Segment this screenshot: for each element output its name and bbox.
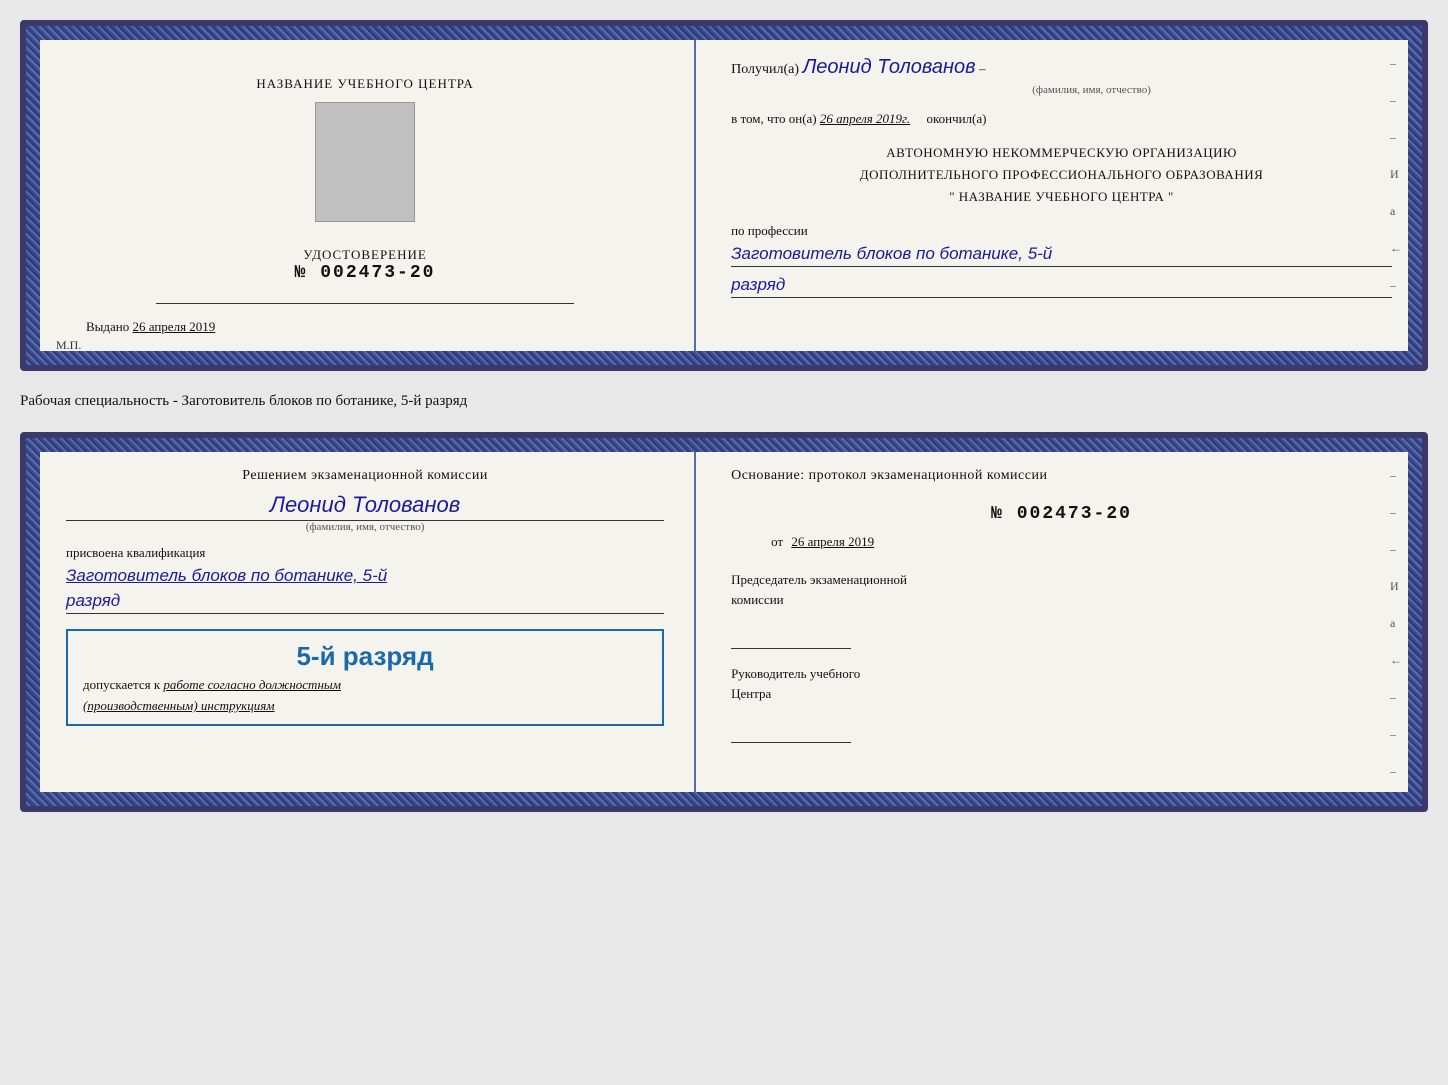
bottom-document: Решением экзаменационной комиссии Леонид…: [20, 432, 1428, 812]
head-signature-line: [731, 723, 851, 743]
cert-label: УДОСТОВЕРЕНИЕ: [295, 247, 436, 263]
side-marks-top: – – – И а ← –: [1390, 56, 1402, 293]
from-date: от 26 апреля 2019: [731, 534, 1392, 550]
chairman-title: Председатель экзаменационной комиссии: [731, 570, 1392, 609]
top-doc-right: Получил(а) Леонид Толованов – (фамилия, …: [696, 26, 1422, 365]
recipient-line: Получил(а) Леонид Толованов –: [731, 56, 1392, 79]
org-block: АВТОНОМНУЮ НЕКОММЕРЧЕСКУЮ ОРГАНИЗАЦИЮ ДО…: [731, 142, 1392, 208]
person-name-large: Леонид Толованов: [66, 492, 664, 521]
cert-number-block: УДОСТОВЕРЕНИЕ № 002473-20: [295, 247, 436, 283]
chairman-block: Председатель экзаменационной комиссии: [731, 570, 1392, 649]
protocol-number: № 002473-20: [731, 504, 1392, 524]
photo-placeholder: [315, 102, 415, 222]
recipient-name: Леонид Толованов: [803, 56, 976, 78]
top-doc-left: НАЗВАНИЕ УЧЕБНОГО ЦЕНТРА УДОСТОВЕРЕНИЕ №…: [26, 26, 696, 365]
from-date-value: 26 апреля 2019: [791, 534, 874, 549]
admission-text: работе согласно должностным: [163, 677, 341, 692]
chairman-signature-line: [731, 629, 851, 649]
cert-date: 26 апреля 2019г.: [820, 111, 910, 126]
qualification-value: Заготовитель блоков по ботанике, 5-й: [66, 566, 664, 586]
rank-bottom: разряд: [66, 591, 664, 614]
stamp-rank: 5-й разряд: [83, 641, 647, 672]
head-block: Руководитель учебного Центра: [731, 664, 1392, 743]
profession-value: Заготовитель блоков по ботанике, 5-й: [731, 244, 1392, 267]
confirm-date-line: в том, что он(а) 26 апреля 2019г. окончи…: [731, 111, 1392, 127]
basis-label: Основание: протокол экзаменационной коми…: [731, 468, 1392, 484]
qualification-label: присвоена квалификация: [66, 545, 664, 561]
rank-value-top: разряд: [731, 275, 1392, 298]
issued-date: Выдано 26 апреля 2019: [66, 319, 215, 335]
bottom-doc-left: Решением экзаменационной комиссии Леонид…: [26, 438, 696, 806]
admission-text2: (производственным) инструкциям: [83, 698, 275, 713]
top-document: НАЗВАНИЕ УЧЕБНОГО ЦЕНТРА УДОСТОВЕРЕНИЕ №…: [20, 20, 1428, 371]
between-label: Рабочая специальность - Заготовитель бло…: [20, 389, 1428, 414]
profession-label: по профессии: [731, 223, 1392, 239]
side-marks-bottom: – – – И а ← – – – – –: [1390, 468, 1402, 812]
mp-label: М.П.: [56, 338, 81, 353]
cert-number-value: № 002473-20: [295, 263, 436, 283]
fio-sublabel-bottom: (фамилия, имя, отчество): [66, 521, 664, 533]
bottom-doc-right: Основание: протокол экзаменационной коми…: [696, 438, 1422, 806]
decision-text: Решением экзаменационной комиссии: [66, 468, 664, 484]
page-wrapper: НАЗВАНИЕ УЧЕБНОГО ЦЕНТРА УДОСТОВЕРЕНИЕ №…: [20, 20, 1428, 812]
fio-sublabel-top: (фамилия, имя, отчество): [791, 84, 1392, 96]
training-center-title: НАЗВАНИЕ УЧЕБНОГО ЦЕНТРА: [256, 76, 473, 92]
stamp-admission: допускается к работе согласно должностны…: [83, 677, 647, 693]
stamp-admission2: (производственным) инструкциям: [83, 698, 647, 714]
head-title: Руководитель учебного Центра: [731, 664, 1392, 703]
stamp-box: 5-й разряд допускается к работе согласно…: [66, 629, 664, 726]
